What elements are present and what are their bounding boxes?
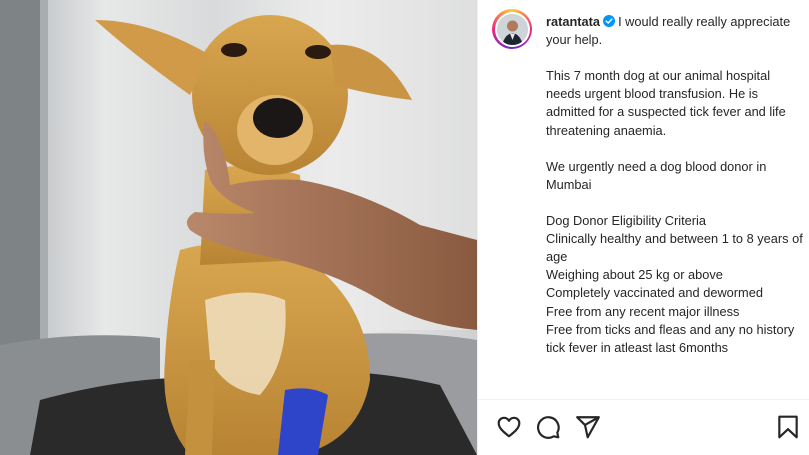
bookmark-icon: [778, 415, 798, 439]
criteria-item: Free from any recent major illness: [546, 303, 740, 319]
criteria-title: Dog Donor Eligibility Criteria: [546, 213, 707, 229]
caption-paragraph: We urgently need a dog blood donor in Mu…: [546, 158, 767, 192]
caption-paragraph: This 7 month dog at our animal hospital …: [546, 68, 786, 138]
avatar-image: [496, 13, 528, 45]
username-link[interactable]: ratantata: [546, 14, 600, 29]
dog-photo: [0, 0, 477, 455]
criteria-item: Free from ticks and fleas and any no his…: [546, 321, 795, 355]
heart-icon: [497, 416, 521, 438]
criteria-item: Completely vaccinated and dewormed: [546, 285, 763, 301]
comment-button[interactable]: [535, 414, 561, 440]
like-button[interactable]: [496, 414, 522, 440]
avatar[interactable]: [492, 9, 532, 49]
post-caption: ratantata I would really really appreciat…: [546, 13, 804, 357]
share-button[interactable]: [575, 414, 601, 440]
paper-plane-icon: [576, 416, 600, 439]
post-sidebar: ratantata I would really really appreciat…: [477, 0, 809, 455]
criteria-item: Weighing about 25 kg or above: [546, 267, 723, 283]
criteria-item: Clinically healthy and between 1 to 8 ye…: [546, 231, 803, 265]
save-button[interactable]: [775, 414, 801, 440]
comment-icon: [537, 416, 560, 439]
post-image[interactable]: [0, 0, 477, 455]
action-bar: [478, 400, 809, 455]
verified-badge-icon: [603, 15, 616, 27]
